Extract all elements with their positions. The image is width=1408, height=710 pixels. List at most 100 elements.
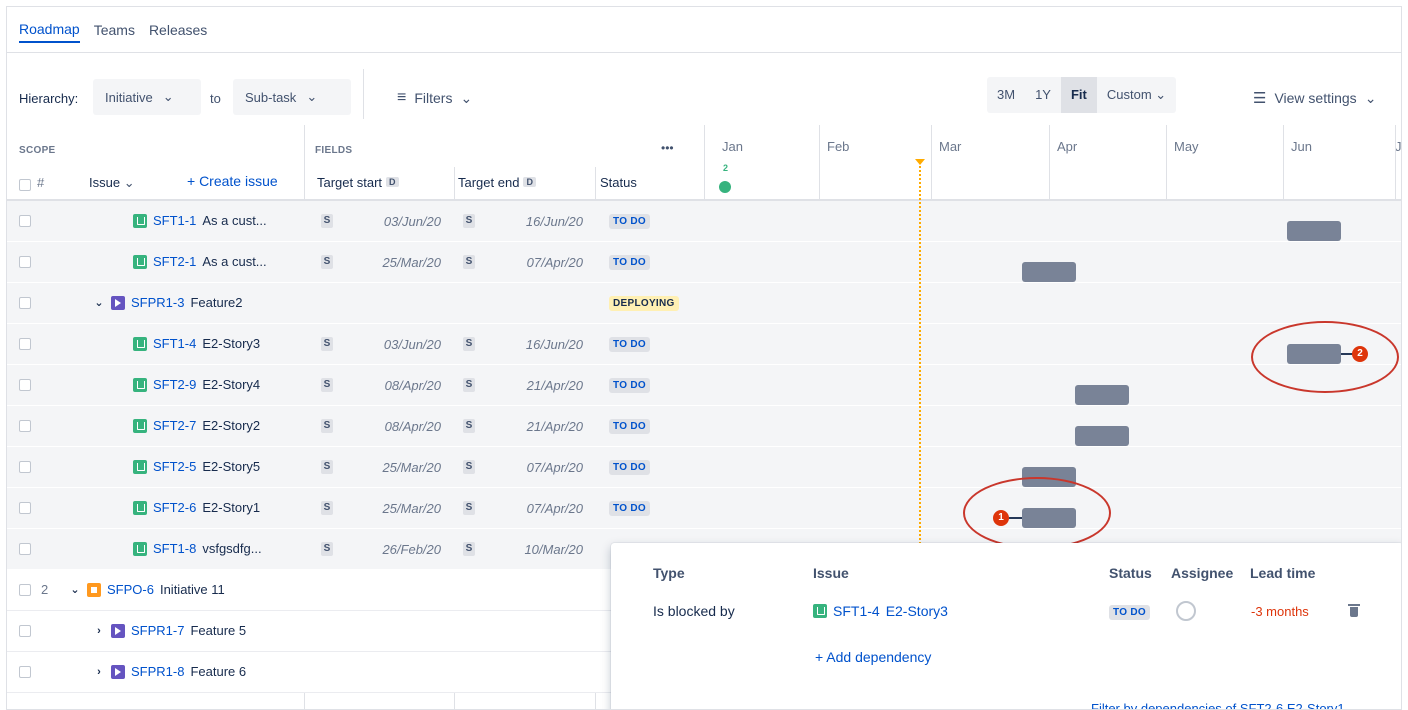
issue-key[interactable]: SFT2-6 <box>153 500 196 515</box>
table-row[interactable]: ⌄ SFPR1-3 Feature2 DEPLOYING <box>7 283 1401 324</box>
create-issue-button[interactable]: + Create issue <box>187 173 278 189</box>
chevron-down-icon[interactable]: ⌄ <box>69 583 81 596</box>
hierarchy-to-select[interactable]: Sub-task ⌄ <box>233 79 351 115</box>
row-checkbox[interactable] <box>19 502 31 514</box>
row-checkbox[interactable] <box>19 379 31 391</box>
zoom-custom-button[interactable]: Custom ⌄ <box>1097 77 1176 113</box>
row-checkbox[interactable] <box>19 543 31 555</box>
zoom-fit-button[interactable]: Fit <box>1060 77 1097 113</box>
zoom-3m-button[interactable]: 3M <box>987 77 1025 113</box>
issue-key[interactable]: SFPR1-3 <box>131 295 184 310</box>
issue-cell[interactable]: › SFPR1-8 Feature 6 <box>93 664 246 679</box>
target-start-value[interactable]: 25/Mar/20 <box>359 460 441 475</box>
status-badge[interactable]: TO DO <box>609 378 650 393</box>
issue-cell[interactable]: ⌄ SFPR1-3 Feature2 <box>93 295 242 310</box>
status-badge[interactable]: DEPLOYING <box>609 296 679 311</box>
issue-cell[interactable]: SFT2-9 E2-Story4 <box>133 377 260 392</box>
target-end-value[interactable]: 21/Apr/20 <box>501 378 583 393</box>
target-start-value[interactable]: 26/Feb/20 <box>359 542 441 557</box>
schedule-bar[interactable] <box>1075 385 1129 405</box>
issue-key[interactable]: SFPR1-8 <box>131 664 184 679</box>
status-badge[interactable]: TO DO <box>609 214 650 229</box>
target-start-value[interactable]: 03/Jun/20 <box>359 337 441 352</box>
filters-button[interactable]: ≡ Filters ⌄ <box>397 89 472 107</box>
schedule-bar[interactable] <box>1287 221 1341 241</box>
issue-cell[interactable]: SFT1-1 As a cust... <box>133 213 267 228</box>
issue-key[interactable]: SFT2-7 <box>153 418 196 433</box>
table-row[interactable]: SFT2-1 As a cust... S 25/Mar/20 S 07/Apr/… <box>7 242 1401 283</box>
dependency-issue[interactable]: SFT1-4 E2-Story3 <box>813 603 948 619</box>
target-end-value[interactable]: 10/Mar/20 <box>501 542 583 557</box>
status-badge[interactable]: TO DO <box>609 460 650 475</box>
target-start-value[interactable]: 08/Apr/20 <box>359 419 441 434</box>
table-row[interactable]: SFT2-5 E2-Story5 S 25/Mar/20 S 07/Apr/20 … <box>7 447 1401 488</box>
row-checkbox[interactable] <box>19 461 31 473</box>
target-end-value[interactable]: 16/Jun/20 <box>501 214 583 229</box>
tab-releases[interactable]: Releases <box>149 18 207 42</box>
target-start-value[interactable]: 25/Mar/20 <box>359 501 441 516</box>
select-all-checkbox[interactable] <box>19 179 31 191</box>
row-checkbox[interactable] <box>19 338 31 350</box>
chevron-down-icon[interactable]: ⌄ <box>93 296 105 309</box>
status-badge[interactable]: TO DO <box>609 419 650 434</box>
issue-key[interactable]: SFPR1-7 <box>131 623 184 638</box>
issue-cell[interactable]: SFT2-5 E2-Story5 <box>133 459 260 474</box>
table-row[interactable]: SFT1-4 E2-Story3 S 03/Jun/20 S 16/Jun/20 … <box>7 324 1401 365</box>
row-checkbox[interactable] <box>19 625 31 637</box>
tab-roadmap[interactable]: Roadmap <box>19 17 80 43</box>
hierarchy-from-select[interactable]: Initiative ⌄ <box>93 79 201 115</box>
target-end-value[interactable]: 07/Apr/20 <box>501 460 583 475</box>
trash-icon[interactable] <box>1348 604 1360 617</box>
issue-key[interactable]: SFT1-4 <box>153 336 196 351</box>
issue-key[interactable]: SFPO-6 <box>107 582 154 597</box>
target-end-value[interactable]: 16/Jun/20 <box>501 337 583 352</box>
row-checkbox[interactable] <box>19 297 31 309</box>
target-end-value[interactable]: 07/Apr/20 <box>501 501 583 516</box>
target-start-header[interactable]: Target start D <box>317 175 399 190</box>
status-badge[interactable]: TO DO <box>609 337 650 352</box>
table-row[interactable]: SFT1-1 As a cust... S 03/Jun/20 S 16/Jun/… <box>7 201 1401 242</box>
issue-key[interactable]: SFT2-1 <box>153 254 196 269</box>
row-checkbox[interactable] <box>19 584 31 596</box>
issue-cell[interactable]: SFT1-4 E2-Story3 <box>133 336 260 351</box>
unassigned-avatar-icon[interactable] <box>1176 601 1196 621</box>
issue-cell[interactable]: SFT2-7 E2-Story2 <box>133 418 260 433</box>
target-end-header[interactable]: Target end D <box>458 175 536 190</box>
target-start-value[interactable]: 25/Mar/20 <box>359 255 441 270</box>
add-dependency-link[interactable]: + Add dependency <box>815 649 931 665</box>
target-end-value[interactable]: 21/Apr/20 <box>501 419 583 434</box>
schedule-bar[interactable] <box>1075 426 1129 446</box>
target-start-value[interactable]: 08/Apr/20 <box>359 378 441 393</box>
tab-teams[interactable]: Teams <box>94 18 135 42</box>
row-checkbox[interactable] <box>19 420 31 432</box>
table-row[interactable]: SFT2-9 E2-Story4 S 08/Apr/20 S 21/Apr/20 … <box>7 365 1401 406</box>
dependency-issue-key[interactable]: SFT1-4 <box>833 603 880 619</box>
target-end-value[interactable]: 07/Apr/20 <box>501 255 583 270</box>
table-row[interactable]: SFT2-6 E2-Story1 S 25/Mar/20 S 07/Apr/20 … <box>7 488 1401 529</box>
row-checkbox[interactable] <box>19 666 31 678</box>
chevron-right-icon[interactable]: › <box>93 666 105 678</box>
dependency-issue-summary[interactable]: E2-Story3 <box>886 603 948 619</box>
issue-key[interactable]: SFT1-1 <box>153 213 196 228</box>
issue-cell[interactable]: SFT2-1 As a cust... <box>133 254 267 269</box>
target-start-value[interactable]: 03/Jun/20 <box>359 214 441 229</box>
release-marker-icon[interactable] <box>719 181 731 193</box>
view-settings-button[interactable]: ☰ View settings ⌄ <box>1253 89 1376 108</box>
issue-column-header[interactable]: Issue ⌄ <box>89 175 135 191</box>
issue-cell[interactable]: › SFPR1-7 Feature 5 <box>93 623 246 638</box>
row-checkbox[interactable] <box>19 256 31 268</box>
zoom-1y-button[interactable]: 1Y <box>1025 77 1061 113</box>
issue-cell[interactable]: SFT2-6 E2-Story1 <box>133 500 260 515</box>
issue-cell[interactable]: ⌄ SFPO-6 Initiative 11 <box>69 582 224 597</box>
chevron-right-icon[interactable]: › <box>93 625 105 637</box>
issue-key[interactable]: SFT1-8 <box>153 541 196 556</box>
more-icon[interactable]: ••• <box>661 141 674 155</box>
issue-key[interactable]: SFT2-9 <box>153 377 196 392</box>
issue-key[interactable]: SFT2-5 <box>153 459 196 474</box>
issue-cell[interactable]: SFT1-8 vsfgsdfg... <box>133 541 262 556</box>
table-row[interactable]: SFT2-7 E2-Story2 S 08/Apr/20 S 21/Apr/20 … <box>7 406 1401 447</box>
status-badge[interactable]: TO DO <box>609 255 650 270</box>
filter-dependencies-link[interactable]: Filter by dependencies of SFT2-6 E2-Stor… <box>1091 701 1345 709</box>
row-checkbox[interactable] <box>19 215 31 227</box>
status-badge[interactable]: TO DO <box>609 501 650 516</box>
